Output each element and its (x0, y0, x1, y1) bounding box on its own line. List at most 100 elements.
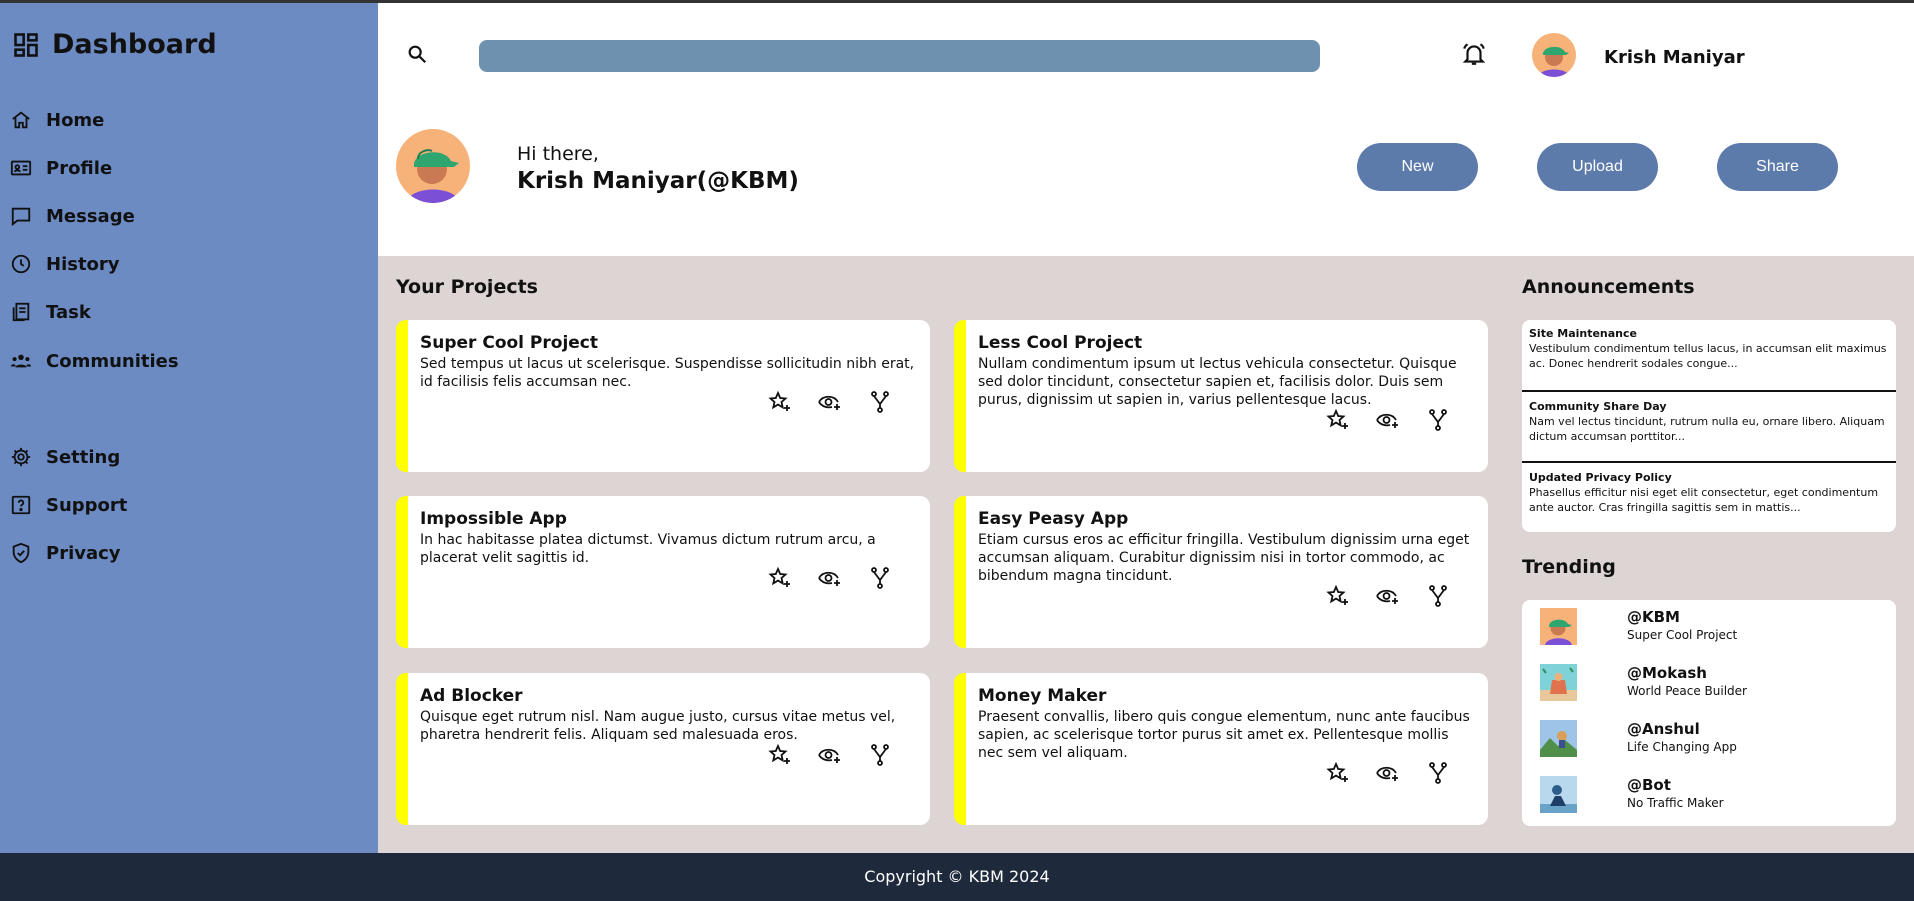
sidebar-item-history[interactable]: History (10, 253, 120, 275)
sidebar-item-message[interactable]: Message (10, 205, 135, 227)
home-icon (10, 109, 32, 131)
trending-username: @Bot (1627, 776, 1671, 794)
dashboard-grid-icon (12, 31, 40, 59)
projects-title: Your Projects (396, 276, 538, 298)
project-description: Sed tempus ut lacus ut scelerisque. Susp… (420, 356, 915, 390)
announcement-item[interactable]: Site Maintenance Vestibulum condimentum … (1522, 327, 1896, 371)
fork-icon[interactable] (868, 743, 892, 767)
divider (1522, 390, 1896, 392)
sidebar-item-label: History (46, 253, 120, 275)
project-card[interactable]: Less Cool Project Nullam condimentum ips… (954, 320, 1488, 472)
project-description: Quisque eget rutrum nisl. Nam augue just… (420, 709, 896, 743)
project-card[interactable]: Impossible App In hac habitasse platea d… (396, 496, 930, 648)
fork-icon[interactable] (1426, 408, 1450, 432)
trending-item[interactable]: @KBM Super Cool Project (1540, 608, 1880, 648)
trending-thumbnail (1540, 720, 1577, 757)
divider (1522, 461, 1896, 463)
message-icon (10, 205, 32, 227)
watch-icon[interactable] (818, 566, 842, 590)
trending-title: Trending (1522, 556, 1616, 578)
project-title: Super Cool Project (420, 333, 599, 353)
sidebar-item-communities[interactable]: Communities (10, 350, 179, 372)
project-title: Less Cool Project (978, 333, 1143, 353)
clock-icon (10, 253, 32, 275)
fork-icon[interactable] (1426, 761, 1450, 785)
star-icon[interactable] (768, 390, 792, 414)
project-actions (1326, 584, 1450, 608)
project-title: Ad Blocker (420, 686, 523, 706)
new-button[interactable]: New (1357, 143, 1478, 191)
trending-item[interactable]: @Mokash World Peace Builder (1540, 664, 1880, 704)
share-button[interactable]: Share (1717, 143, 1838, 191)
project-card[interactable]: Easy Peasy App Etiam cursus eros ac effi… (954, 496, 1488, 648)
header: Krish Maniyar Hi there, Krish Maniyar(@K… (378, 3, 1914, 256)
trending-project: Super Cool Project (1627, 628, 1738, 642)
trending-panel: @KBM Super Cool Project @Mokash World Pe… (1522, 600, 1896, 826)
project-card[interactable]: Money Maker Praesent convallis, libero q… (954, 673, 1488, 825)
announcement-title: Updated Privacy Policy (1529, 471, 1672, 484)
sidebar-item-label: Profile (46, 157, 113, 179)
announcement-item[interactable]: Updated Privacy Policy Phasellus efficit… (1522, 471, 1896, 515)
fork-icon[interactable] (868, 566, 892, 590)
sidebar-item-label: Communities (46, 350, 179, 372)
project-actions (768, 743, 892, 767)
main-content: Your Projects Super Cool Project Sed tem… (378, 256, 1914, 853)
brand[interactable]: Dashboard (12, 29, 217, 60)
project-actions (1326, 408, 1450, 432)
brand-title: Dashboard (52, 29, 217, 60)
project-card[interactable]: Super Cool Project Sed tempus ut lacus u… (396, 320, 930, 472)
star-icon[interactable] (1326, 408, 1350, 432)
bell-icon[interactable] (1461, 41, 1487, 67)
help-icon (10, 494, 32, 516)
project-description: Etiam cursus eros ac efficitur fringilla… (978, 532, 1470, 584)
trending-project: Life Changing App (1627, 740, 1737, 754)
project-actions (768, 566, 892, 590)
star-icon[interactable] (768, 566, 792, 590)
watch-icon[interactable] (1376, 584, 1400, 608)
footer: Copyright © KBM 2024 (0, 853, 1914, 901)
project-actions (1326, 761, 1450, 785)
fork-icon[interactable] (1426, 584, 1450, 608)
sidebar-item-profile[interactable]: Profile (10, 157, 112, 179)
trending-thumbnail (1540, 776, 1577, 813)
watch-icon[interactable] (1376, 408, 1400, 432)
trending-item[interactable]: @Anshul Life Changing App (1540, 720, 1880, 760)
project-title: Easy Peasy App (978, 509, 1129, 529)
star-icon[interactable] (1326, 584, 1350, 608)
fork-icon[interactable] (868, 390, 892, 414)
sidebar-item-setting[interactable]: Setting (10, 446, 120, 468)
announcement-item[interactable]: Community Share Day Nam vel lectus tinci… (1522, 400, 1896, 444)
project-card[interactable]: Ad Blocker Quisque eget rutrum nisl. Nam… (396, 673, 930, 825)
project-description: Nullam condimentum ipsum ut lectus vehic… (978, 356, 1457, 408)
announcements-title: Announcements (1522, 276, 1695, 298)
header-username[interactable]: Krish Maniyar (1604, 47, 1745, 68)
trending-username: @Anshul (1627, 720, 1700, 738)
sidebar-item-support[interactable]: Support (10, 494, 127, 516)
star-icon[interactable] (768, 743, 792, 767)
watch-icon[interactable] (1376, 761, 1400, 785)
search-icon[interactable] (406, 43, 428, 65)
watch-icon[interactable] (818, 743, 842, 767)
announcement-text: Nam vel lectus tincidunt, rutrum nulla e… (1529, 415, 1885, 443)
trending-thumbnail (1540, 608, 1577, 645)
profile-card-icon (10, 157, 32, 179)
watch-icon[interactable] (818, 390, 842, 414)
sidebar-item-home[interactable]: Home (10, 109, 104, 131)
profile-avatar (396, 129, 470, 203)
avatar[interactable] (1532, 33, 1576, 77)
trending-item[interactable]: @Bot No Traffic Maker (1540, 776, 1880, 816)
announcements-panel: Site Maintenance Vestibulum condimentum … (1522, 320, 1896, 532)
sidebar-item-task[interactable]: Task (10, 301, 91, 323)
star-icon[interactable] (1326, 761, 1350, 785)
sidebar-item-privacy[interactable]: Privacy (10, 542, 121, 564)
search-input[interactable] (479, 40, 1320, 72)
sidebar-item-label: Message (46, 205, 135, 227)
top-border (0, 0, 1914, 3)
announcement-title: Community Share Day (1529, 400, 1667, 413)
trending-project: World Peace Builder (1627, 684, 1747, 698)
upload-button[interactable]: Upload (1537, 143, 1658, 191)
announcement-title: Site Maintenance (1529, 327, 1637, 340)
project-description: In hac habitasse platea dictumst. Vivamu… (420, 532, 876, 566)
trending-username: @Mokash (1627, 664, 1707, 682)
gear-icon (10, 446, 32, 468)
